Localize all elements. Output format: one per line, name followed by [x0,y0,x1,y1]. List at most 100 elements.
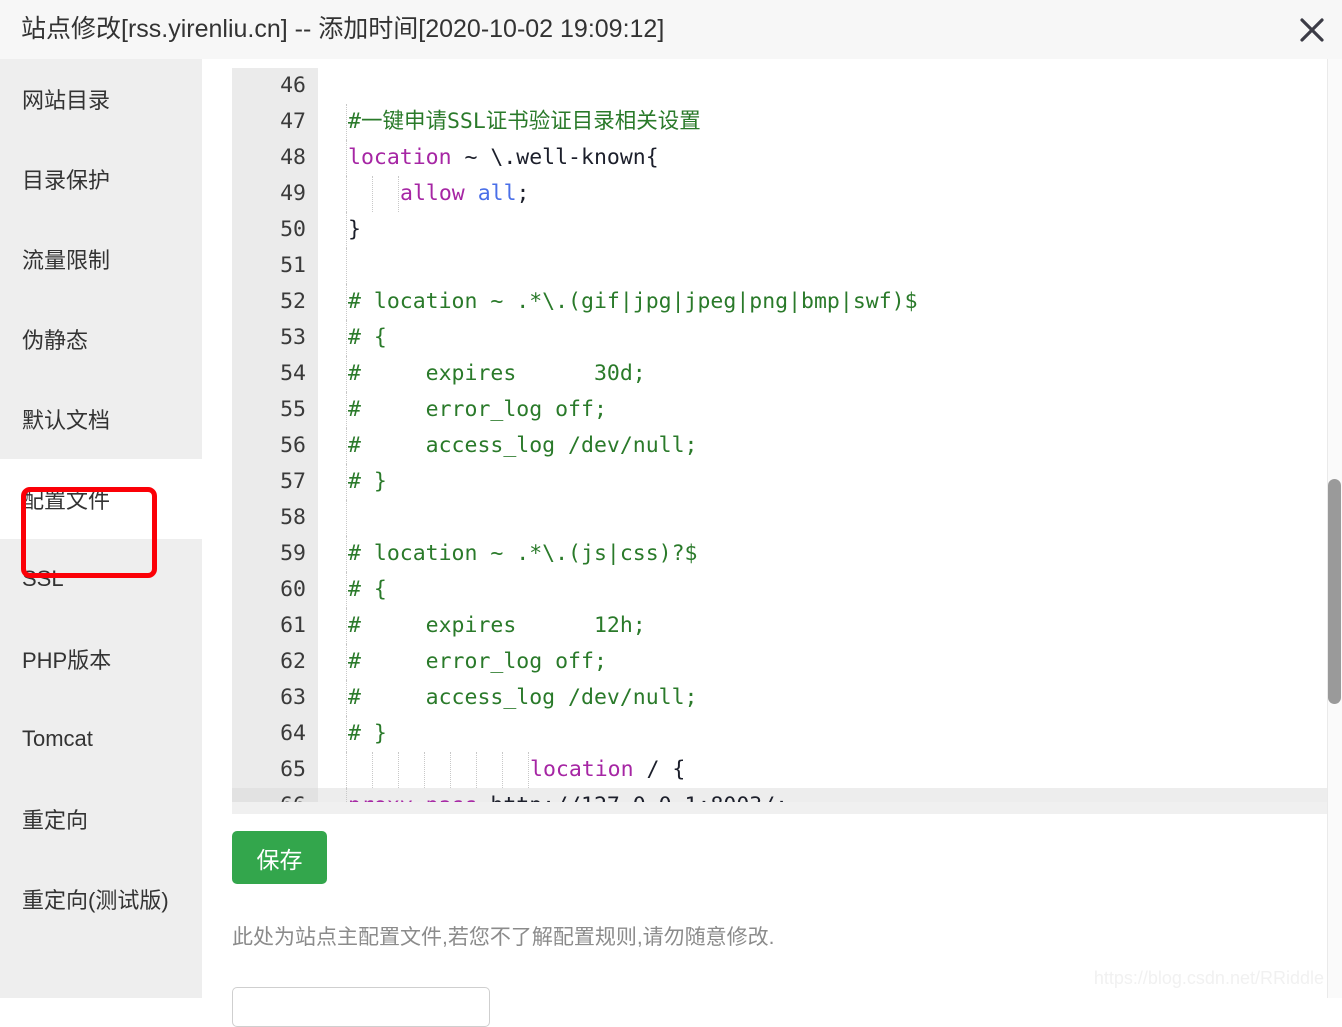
sidebar-item-label: 配置文件 [22,488,111,513]
line-number: 47 [280,109,306,134]
indent-guide [398,752,400,788]
dialog-title: 站点修改[rss.yirenliu.cn] -- 添加时间[2020-10-02… [21,15,665,43]
code-token-comment: #一键申请SSL证书验证目录相关设置 [348,109,701,134]
line-number: 60 [280,577,306,602]
sidebar-item-label: 网站目录 [22,88,111,113]
code-line[interactable]: 58 [232,500,1332,536]
code-text: # } [348,716,387,752]
code-token-comment: # expires 30d; [348,361,646,386]
code-line[interactable]: 51 [232,248,1332,284]
close-dialog-button[interactable] [1288,6,1336,54]
code-text: # location ~ .*\.(gif|jpg|jpeg|png|bmp|s… [348,284,918,320]
code-token-comment: # error_log off; [348,649,607,674]
code-text: # } [348,464,387,500]
code-token-comment: # } [348,721,387,746]
code-text: #一键申请SSL证书验证目录相关设置 [348,104,701,140]
code-token-comment: # access_log /dev/null; [348,433,698,458]
code-line[interactable]: 53 # { [232,320,1332,356]
code-text: location / { [530,752,685,788]
below-fold-input[interactable] [232,987,490,1027]
code-line[interactable]: 59 # location ~ .*\.(js|css)?$ [232,536,1332,572]
sidebar-item-4[interactable]: 默认文档 [0,379,202,459]
sidebar-item-6[interactable]: SSL [0,539,202,619]
code-line[interactable]: 64 # } [232,716,1332,752]
indent-guide [346,176,348,212]
indent-guide [502,752,504,788]
sidebar-item-8[interactable]: Tomcat [0,699,202,779]
sidebar-item-0[interactable]: 网站目录 [0,59,202,139]
indent-guide [424,752,426,788]
code-line[interactable]: 55 # error_log off; [232,392,1332,428]
code-text: # error_log off; [348,644,607,680]
page-scrollbar-thumb[interactable] [1328,479,1341,704]
indent-guide [346,752,348,788]
line-number: 55 [280,397,306,422]
code-line[interactable]: 65 location / { [232,752,1332,788]
save-button[interactable]: 保存 [232,831,327,884]
config-code-editor[interactable]: 46 47 #一键申请SSL证书验证目录相关设置 48 location ~ \.wel… [232,68,1332,814]
code-line[interactable]: 62 # error_log off; [232,644,1332,680]
sidebar-item-7[interactable]: PHP版本 [0,619,202,699]
settings-sidebar: 网站目录目录保护 流量限制 伪静态默认文档配置文件 SSL PHP版本 Tomcat 重定向… [0,59,202,998]
code-line[interactable]: 49 allow all; [232,176,1332,212]
line-number: 56 [280,433,306,458]
line-number: 50 [280,217,306,242]
code-token-comment: # } [348,469,387,494]
sidebar-item-2[interactable]: 流量限制 [0,219,202,299]
code-token-plain: ; [516,181,530,206]
code-token-comment: # access_log /dev/null; [348,685,698,710]
line-number: 65 [280,757,306,782]
close-icon [1300,18,1324,42]
dialog-title-bar: 站点修改[rss.yirenliu.cn] -- 添加时间[2020-10-02… [0,0,1342,59]
editor-horizontal-scrollbar[interactable] [232,802,1332,814]
code-line[interactable]: 60 # { [232,572,1332,608]
page-scrollbar-track[interactable] [1327,59,1342,998]
sidebar-item-3[interactable]: 伪静态 [0,299,202,379]
code-line[interactable]: 47 #一键申请SSL证书验证目录相关设置 [232,104,1332,140]
sidebar-item-1[interactable]: 目录保护 [0,139,202,219]
code-line[interactable]: 56 # access_log /dev/null; [232,428,1332,464]
sidebar-item-label: Tomcat [22,726,93,751]
sidebar-item-5[interactable]: 配置文件 [0,459,202,539]
code-text: allow all; [400,176,529,212]
sidebar-item-label: 重定向 [22,808,89,833]
code-line[interactable]: 48 location ~ \.well-known{ [232,140,1332,176]
code-text: location ~ \.well-known{ [348,140,659,176]
line-number: 58 [280,505,306,530]
code-line[interactable]: 61 # expires 12h; [232,608,1332,644]
code-text: # location ~ .*\.(js|css)?$ [348,536,698,572]
code-line[interactable]: 52 # location ~ .*\.(gif|jpg|jpeg|png|bmp… [232,284,1332,320]
code-token-comment: # location ~ .*\.(gif|jpg|jpeg|png|bmp|s… [348,289,918,314]
code-line[interactable]: 57 # } [232,464,1332,500]
code-text: } [348,212,361,248]
sidebar-item-10[interactable]: 重定向(测试版) [0,859,202,939]
config-hint-text: 此处为站点主配置文件,若您不了解配置规则,请勿随意修改. [232,926,775,949]
code-line[interactable]: 50} [232,212,1332,248]
sidebar-item-9[interactable]: 重定向 [0,779,202,859]
editor-code-lines[interactable]: 46 47 #一键申请SSL证书验证目录相关设置 48 location ~ \.wel… [232,68,1332,814]
code-line[interactable]: 63 # access_log /dev/null; [232,680,1332,716]
sidebar-item-label: 重定向(测试版) [22,888,169,913]
code-token-kw: location [348,145,452,170]
code-text: # expires 12h; [348,608,646,644]
line-number: 57 [280,469,306,494]
code-line[interactable]: 46 [232,68,1332,104]
line-number: 59 [280,541,306,566]
line-number: 51 [280,253,306,278]
sidebar-item-label: SSL [22,566,64,591]
indent-guide [346,500,348,536]
code-token-plain: ~ \.well-known{ [451,145,659,170]
code-line[interactable]: 54 # expires 30d; [232,356,1332,392]
code-text: # { [348,572,387,608]
code-token-val: all [477,181,517,206]
indent-guide [372,176,374,212]
line-number: 62 [280,649,306,674]
sidebar-item-label: PHP版本 [22,648,112,673]
line-number: 48 [280,145,306,170]
indent-guide [450,752,452,788]
code-text: # expires 30d; [348,356,646,392]
sidebar-item-label: 默认文档 [22,408,111,433]
code-token-kw: allow [400,181,465,206]
code-token-comment: # error_log off; [348,397,607,422]
